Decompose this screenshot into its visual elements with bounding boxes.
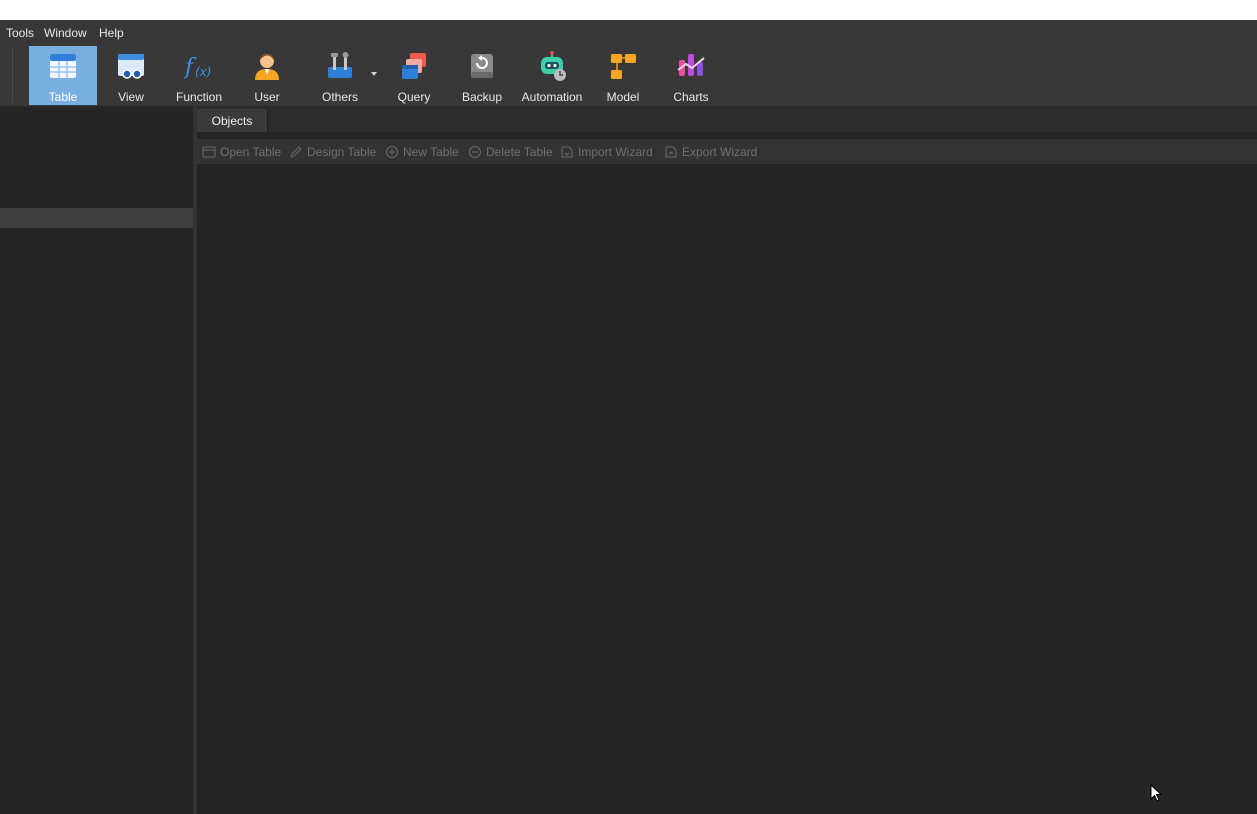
objects-content-area[interactable]	[197, 164, 1257, 814]
menu-bar: Tools Window Help	[0, 20, 1257, 45]
tab-bar: Objects	[197, 107, 1257, 132]
ribbon-user-label: User	[254, 90, 280, 104]
ribbon-charts-button[interactable]: Charts	[664, 46, 718, 105]
menu-help[interactable]: Help	[99, 26, 124, 40]
table-icon	[47, 50, 79, 82]
object-toolbar: Open Table Design Table New Table Delete…	[197, 139, 1257, 164]
ribbon-automation-button[interactable]: Automation	[518, 46, 586, 105]
ribbon-view-label: View	[118, 90, 144, 104]
new-table-label: New Table	[403, 144, 459, 159]
open-table-label: Open Table	[220, 144, 282, 159]
backup-icon	[466, 50, 498, 82]
design-table-button[interactable]: Design Table	[289, 143, 376, 160]
others-icon	[324, 50, 356, 82]
ribbon-function-label: Function	[175, 90, 223, 104]
ribbon-automation-label: Automation	[521, 90, 583, 104]
view-icon	[115, 50, 147, 82]
import-wizard-label: Import Wizard	[578, 144, 653, 159]
charts-icon	[675, 50, 707, 82]
model-icon	[607, 50, 639, 82]
svg-text:(x): (x)	[195, 65, 211, 79]
import-wizard-icon	[560, 145, 574, 159]
ribbon-others-button[interactable]: Others	[313, 46, 367, 105]
new-table-button[interactable]: New Table	[385, 143, 459, 160]
automation-icon	[536, 50, 568, 82]
design-table-icon	[289, 145, 303, 159]
open-table-icon	[202, 145, 216, 159]
ribbon-backup-label: Backup	[461, 90, 503, 104]
delete-table-label: Delete Table	[486, 144, 553, 159]
ribbon-model-button[interactable]: Model	[596, 46, 650, 105]
export-wizard-label: Export Wizard	[682, 144, 758, 159]
menu-tools[interactable]: Tools	[6, 26, 34, 40]
sidebar-selected-row[interactable]	[0, 208, 193, 228]
ribbon-query-label: Query	[397, 90, 431, 104]
ribbon-separator	[12, 48, 13, 103]
import-wizard-button[interactable]: Import Wizard	[560, 143, 653, 160]
user-icon	[251, 50, 283, 82]
ribbon-table-button[interactable]: Table	[29, 46, 97, 105]
tab-objects[interactable]: Objects	[197, 109, 268, 132]
ribbon-others-label: Others	[321, 90, 358, 104]
new-table-icon	[385, 145, 399, 159]
window-top-strip	[0, 0, 1257, 20]
ribbon-user-button[interactable]: User	[240, 46, 294, 105]
ribbon-charts-label: Charts	[673, 90, 709, 104]
ribbon-backup-button[interactable]: Backup	[455, 46, 509, 105]
ribbon-model-label: Model	[606, 90, 640, 104]
ribbon-table-label: Table	[48, 90, 78, 104]
open-table-button[interactable]: Open Table	[202, 143, 281, 160]
ribbon-query-button[interactable]: Query	[387, 46, 441, 105]
function-icon: f (x)	[183, 50, 215, 82]
menu-window[interactable]: Window	[44, 26, 87, 40]
ribbon-function-button[interactable]: f (x) Function	[170, 46, 228, 105]
ribbon-toolbar: Table View f (x) Function User Others Qu…	[0, 45, 1257, 107]
query-icon	[398, 50, 430, 82]
ribbon-view-button[interactable]: View	[104, 46, 158, 105]
delete-table-button[interactable]: Delete Table	[468, 143, 553, 160]
export-wizard-icon	[664, 145, 678, 159]
mouse-cursor-icon	[1150, 783, 1164, 804]
export-wizard-button[interactable]: Export Wizard	[664, 143, 757, 160]
design-table-label: Design Table	[307, 144, 377, 159]
others-dropdown-caret-icon[interactable]	[371, 72, 377, 76]
delete-table-icon	[468, 145, 482, 159]
